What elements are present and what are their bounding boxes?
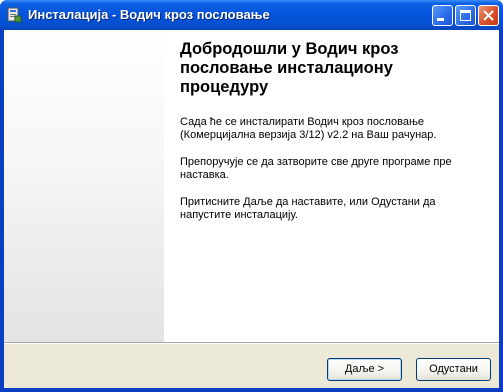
window-frame (0, 30, 503, 392)
maximize-icon (460, 10, 471, 21)
maximize-button[interactable] (455, 5, 476, 26)
minimize-button[interactable] (432, 5, 453, 26)
title-bar[interactable]: Инсталација - Водич кроз пословање (0, 0, 503, 30)
setup-app-icon (6, 7, 22, 23)
minimize-icon (437, 18, 444, 21)
window-title: Инсталација - Водич кроз пословање (28, 7, 270, 22)
close-icon (483, 10, 494, 21)
installer-window: Инсталација - Водич кроз пословање Добро… (0, 0, 503, 392)
close-button[interactable] (478, 5, 499, 26)
